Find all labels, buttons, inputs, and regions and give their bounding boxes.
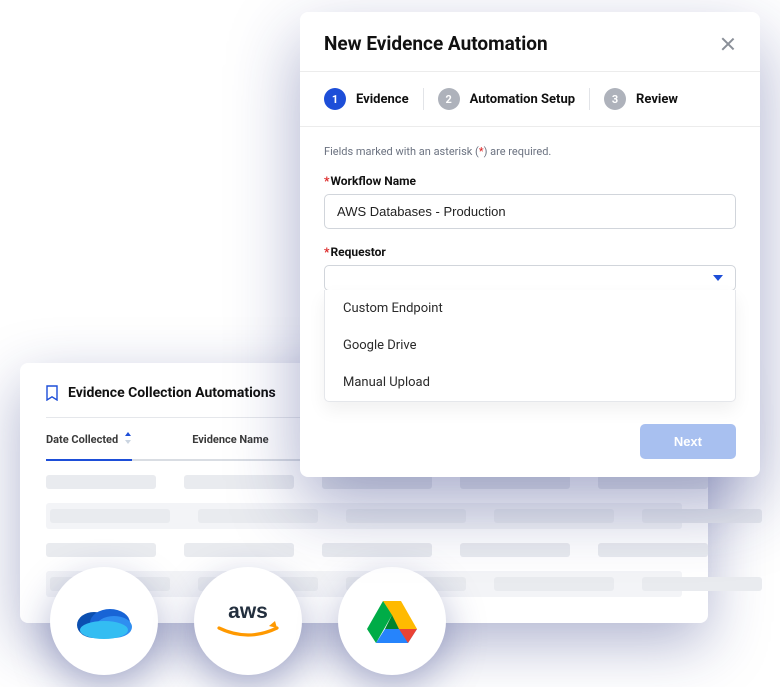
card-title: Evidence Collection Automations (68, 385, 276, 401)
table-row (46, 543, 682, 557)
step-label: Automation Setup (470, 92, 575, 107)
requestor-select[interactable] (324, 265, 736, 291)
step-evidence[interactable]: 1 Evidence (324, 88, 423, 110)
label-text: Requestor (330, 245, 385, 259)
table-row (46, 475, 682, 489)
stepper: 1 Evidence 2 Automation Setup 3 Review (300, 72, 760, 127)
option-custom-endpoint[interactable]: Custom Endpoint (325, 290, 735, 327)
integration-badges: aws (50, 567, 446, 675)
aws-icon: aws (211, 598, 285, 644)
chevron-down-icon (713, 275, 723, 281)
hint-text: Fields marked with an asterisk ( (324, 145, 479, 158)
requestor-dropdown: Custom Endpoint Google Drive Manual Uplo… (324, 290, 736, 402)
workflow-name-input[interactable] (324, 194, 736, 229)
google-drive-icon (365, 597, 419, 645)
column-evidence-name[interactable]: Evidence Name (192, 432, 268, 447)
hint-text: ) are required. (484, 145, 552, 158)
step-number: 3 (604, 88, 626, 110)
required-hint: Fields marked with an asterisk (*) are r… (324, 145, 736, 158)
modal-title: New Evidence Automation (324, 32, 548, 55)
modal-footer: Next (300, 408, 760, 459)
step-label: Evidence (356, 92, 409, 107)
requestor-label: *Requestor (324, 245, 736, 259)
step-automation-setup[interactable]: 2 Automation Setup (424, 88, 589, 110)
modal-body: Fields marked with an asterisk ( * ) are r… (300, 127, 760, 408)
workflow-name-label: *Workflow Name (324, 174, 736, 188)
label-text: Workflow Name (330, 174, 416, 188)
onedrive-badge (50, 567, 158, 675)
column-date-collected[interactable]: Date Collected (46, 432, 132, 461)
google-drive-badge (338, 567, 446, 675)
new-evidence-automation-modal: New Evidence Automation 1 Evidence 2 Aut… (300, 12, 760, 477)
aws-badge: aws (194, 567, 302, 675)
modal-header: New Evidence Automation (300, 12, 760, 72)
onedrive-icon (74, 601, 134, 641)
required-asterisk: * (324, 245, 329, 259)
sort-icon[interactable] (124, 432, 132, 447)
step-number: 1 (324, 88, 346, 110)
step-number: 2 (438, 88, 460, 110)
table-row (46, 503, 682, 529)
step-review[interactable]: 3 Review (590, 88, 678, 110)
bookmark-icon (46, 385, 58, 401)
step-label: Review (636, 92, 678, 107)
svg-text:aws: aws (228, 600, 268, 623)
column-label: Evidence Name (192, 433, 268, 446)
close-icon[interactable] (720, 36, 736, 52)
column-label: Date Collected (46, 433, 118, 446)
required-asterisk: * (324, 174, 329, 188)
option-manual-upload[interactable]: Manual Upload (325, 364, 735, 401)
next-button[interactable]: Next (640, 424, 736, 459)
option-google-drive[interactable]: Google Drive (325, 327, 735, 364)
